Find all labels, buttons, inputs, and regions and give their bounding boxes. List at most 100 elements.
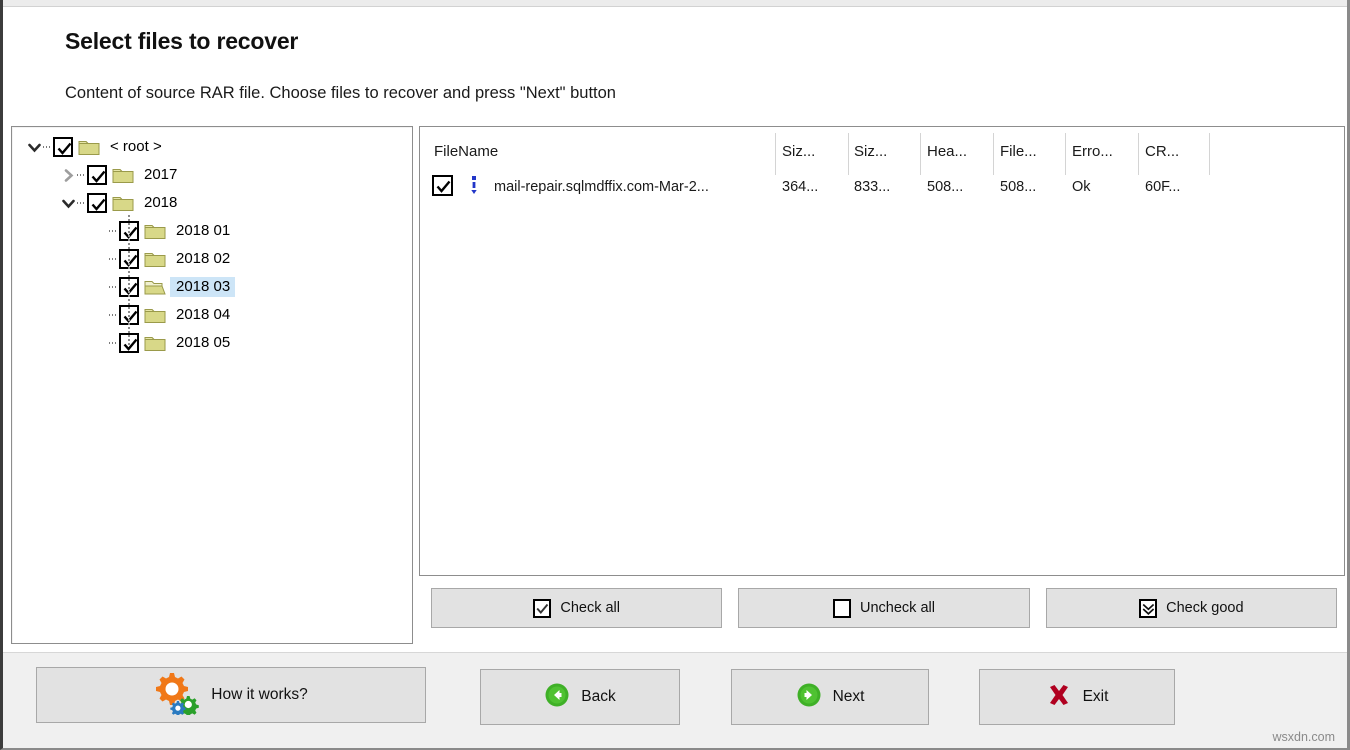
tree-item-2018[interactable]: 2018 bbox=[12, 189, 412, 217]
chevron-down-icon[interactable] bbox=[60, 195, 77, 212]
tree-item-2018-04[interactable]: 2018 04 bbox=[12, 301, 412, 329]
gears-icon bbox=[154, 671, 200, 720]
column-separator[interactable] bbox=[1138, 133, 1139, 175]
tree-item-label: 2018 03 bbox=[170, 277, 236, 297]
double-chevron-down-icon bbox=[1139, 598, 1158, 618]
check-good-button[interactable]: Check good bbox=[1045, 588, 1337, 628]
file-row-cell[interactable]: 508... bbox=[927, 179, 963, 195]
application-window: Select files to recover Content of sourc… bbox=[0, 0, 1350, 750]
tree-item-label: 2018 05 bbox=[176, 334, 231, 351]
exit-label: Exit bbox=[1082, 688, 1109, 705]
tree-connector-line bbox=[109, 230, 118, 232]
tree-connector-line bbox=[109, 314, 118, 316]
folder-tree-panel[interactable]: < root > 2017 2018 2018 01 2018 02 2018 03 201… bbox=[11, 126, 413, 644]
folder-closed-icon bbox=[112, 166, 134, 184]
check-button-label: Check all bbox=[560, 600, 620, 616]
tree-item-label: 2018 01 bbox=[176, 222, 231, 239]
column-separator[interactable] bbox=[775, 133, 776, 175]
tree-item-checkbox[interactable] bbox=[87, 193, 107, 213]
folder-closed-icon bbox=[78, 138, 100, 156]
tree-item-label: 2018 02 bbox=[176, 250, 231, 267]
tree-connector-line bbox=[77, 202, 86, 204]
exit-button[interactable]: Exit bbox=[979, 669, 1175, 725]
column-separator[interactable] bbox=[1209, 133, 1210, 175]
back-label: Back bbox=[581, 688, 616, 705]
file-list-panel[interactable]: FileName Siz... Siz... Hea... File... Erro...… bbox=[419, 126, 1345, 576]
tree-item-label: 2017 bbox=[144, 166, 178, 183]
column-header[interactable]: Erro... bbox=[1072, 143, 1113, 160]
folder-closed-icon bbox=[144, 222, 166, 240]
tree-item-label: < root > bbox=[110, 138, 162, 155]
tree-item-2018-02[interactable]: 2018 02 bbox=[12, 245, 412, 273]
window-title-strip bbox=[3, 0, 1347, 7]
tree-item-checkbox[interactable] bbox=[53, 137, 73, 157]
file-row-cell[interactable]: 60F... bbox=[1145, 179, 1180, 195]
tree-item-2018-01[interactable]: 2018 01 bbox=[12, 217, 412, 245]
file-row-checkbox[interactable] bbox=[432, 175, 453, 196]
tree-connector-line bbox=[43, 146, 52, 148]
tree-item-2017[interactable]: 2017 bbox=[12, 161, 412, 189]
column-header[interactable]: Siz... bbox=[854, 143, 887, 160]
column-header[interactable]: FileName bbox=[434, 143, 498, 160]
file-row-cell[interactable]: 508... bbox=[1000, 179, 1036, 195]
chevron-right-icon[interactable] bbox=[60, 167, 77, 184]
back-button[interactable]: Back bbox=[480, 669, 680, 725]
checkbox-checked-icon bbox=[533, 598, 552, 618]
check-button-label: Uncheck all bbox=[860, 600, 935, 616]
header-area: Select files to recover Content of sourc… bbox=[3, 8, 1347, 120]
check-buttons-row: Check all Uncheck all Check good bbox=[431, 588, 1337, 628]
tree-item-label: 2018 bbox=[144, 194, 178, 211]
arrow-left-circle-icon bbox=[544, 682, 570, 713]
watermark: wsxdn.com bbox=[1272, 730, 1335, 744]
tree-connector-line bbox=[77, 174, 86, 176]
file-row-cell[interactable]: mail-repair.sqlmdffix.com-Mar-2... bbox=[494, 179, 709, 195]
close-x-icon bbox=[1046, 682, 1072, 713]
folder-tree: < root > 2017 2018 2018 01 2018 02 2018 03 201… bbox=[12, 127, 412, 357]
column-header[interactable]: File... bbox=[1000, 143, 1037, 160]
file-row-cell[interactable]: 364... bbox=[782, 179, 818, 195]
tree-item-2018-05[interactable]: 2018 05 bbox=[12, 329, 412, 357]
check-button-label: Check good bbox=[1166, 600, 1244, 616]
how-it-works-label: How it works? bbox=[211, 686, 308, 703]
chevron-down-icon[interactable] bbox=[26, 139, 43, 156]
column-header[interactable]: Siz... bbox=[782, 143, 815, 160]
file-row-cell[interactable]: 833... bbox=[854, 179, 890, 195]
folder-open-icon bbox=[144, 278, 166, 296]
folder-closed-icon bbox=[144, 334, 166, 352]
column-separator[interactable] bbox=[920, 133, 921, 175]
page-subtitle: Content of source RAR file. Choose files… bbox=[65, 84, 616, 102]
page-title: Select files to recover bbox=[65, 28, 299, 54]
how-it-works-button[interactable]: How it works? bbox=[36, 667, 426, 723]
tree-item-2018-03[interactable]: 2018 03 bbox=[12, 273, 412, 301]
tree-item-checkbox[interactable] bbox=[87, 165, 107, 185]
tree-connector-line bbox=[109, 342, 118, 344]
folder-closed-icon bbox=[144, 306, 166, 324]
column-separator[interactable] bbox=[1065, 133, 1066, 175]
folder-closed-icon bbox=[112, 194, 134, 212]
column-header[interactable]: Hea... bbox=[927, 143, 967, 160]
priority-exclamation-icon bbox=[470, 175, 478, 195]
next-label: Next bbox=[832, 688, 865, 705]
uncheck-all-button[interactable]: Uncheck all bbox=[738, 588, 1030, 628]
check-all-button[interactable]: Check all bbox=[431, 588, 723, 628]
tree-item-label: 2018 04 bbox=[176, 306, 231, 323]
folder-closed-icon bbox=[144, 250, 166, 268]
tree-vertical-connector bbox=[128, 215, 130, 345]
tree-connector-line bbox=[109, 286, 118, 288]
checkbox-empty-icon bbox=[833, 598, 852, 618]
next-button[interactable]: Next bbox=[731, 669, 929, 725]
file-row-cell[interactable]: Ok bbox=[1072, 179, 1091, 195]
column-header[interactable]: CR... bbox=[1145, 143, 1179, 160]
column-separator[interactable] bbox=[848, 133, 849, 175]
footer-bar: How it works? Back Next Exit wsxdn.com bbox=[3, 652, 1347, 748]
column-separator[interactable] bbox=[993, 133, 994, 175]
tree-connector-line bbox=[109, 258, 118, 260]
tree-item-root[interactable]: < root > bbox=[12, 133, 412, 161]
arrow-right-circle-icon bbox=[796, 682, 822, 713]
file-list: FileName Siz... Siz... Hea... File... Erro...… bbox=[420, 127, 1344, 575]
